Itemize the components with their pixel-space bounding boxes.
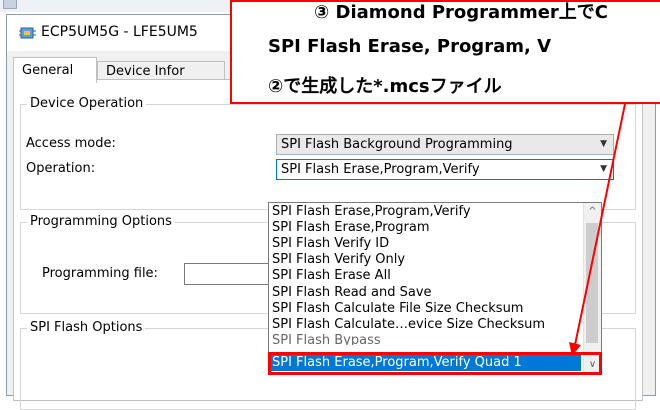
background-app-icon	[3, 0, 17, 9]
programming-options-legend: Programming Options	[27, 214, 175, 229]
operation-value: SPI Flash Erase,Program,Verify	[281, 162, 480, 177]
dropdown-option[interactable]: SPI Flash Calculate…evice Size Checksum	[269, 317, 581, 332]
operation-select[interactable]: SPI Flash Erase,Program,Verify ▼	[276, 159, 614, 180]
annotation-line-1: ③ Diamond Programmer上でC	[314, 2, 609, 23]
operation-dropdown-list[interactable]: SPI Flash Erase,Program,Verify SPI Flash…	[268, 202, 602, 374]
dropdown-option[interactable]: SPI Flash Verify ID	[269, 236, 581, 251]
dropdown-option[interactable]: SPI Flash Verify Only	[269, 252, 581, 267]
chevron-down-icon: ▼	[600, 139, 607, 149]
dropdown-option[interactable]: SPI Flash Erase All	[269, 268, 581, 283]
dropdown-option[interactable]: SPI Flash Erase,Program,Verify	[269, 204, 581, 219]
tab-general[interactable]: General	[13, 57, 97, 83]
chevron-down-icon: ▼	[600, 164, 607, 174]
dropdown-option[interactable]: SPI Flash Bypass	[269, 333, 581, 345]
dropdown-option-selected[interactable]: SPI Flash Erase,Program,Verify Quad 1	[269, 354, 581, 371]
scroll-up-icon[interactable]: ^	[584, 203, 601, 220]
dropdown-scrollbar[interactable]: ^ ∨	[583, 203, 601, 373]
dropdown-option[interactable]: SPI Flash Read and Save	[269, 285, 581, 300]
spi-flash-options-legend: SPI Flash Options	[27, 320, 146, 335]
access-mode-select[interactable]: SPI Flash Background Programming ▼	[276, 134, 614, 155]
dropdown-option[interactable]: SPI Flash Calculate File Size Checksum	[269, 301, 581, 316]
access-mode-value: SPI Flash Background Programming	[281, 137, 513, 152]
scroll-thumb[interactable]	[586, 223, 598, 343]
access-mode-label: Access mode:	[26, 136, 116, 151]
annotation-line-2: SPI Flash Erase, Program, V	[268, 36, 552, 57]
programming-file-label: Programming file:	[42, 266, 158, 281]
annotation-line-3: ②で生成した*.mcsファイル	[268, 76, 502, 97]
chip-app-icon	[19, 25, 37, 41]
annotation-callout: ③ Diamond Programmer上でC SPI Flash Erase,…	[230, 0, 660, 104]
operation-label: Operation:	[26, 161, 96, 176]
scroll-down-icon[interactable]: ∨	[584, 356, 601, 373]
device-operation-group: Device Operation	[20, 96, 636, 210]
dropdown-option[interactable]: SPI Flash Erase,Program	[269, 220, 581, 235]
device-operation-legend: Device Operation	[27, 96, 147, 111]
window-title: ECP5UM5G - LFE5UM5	[41, 24, 198, 40]
